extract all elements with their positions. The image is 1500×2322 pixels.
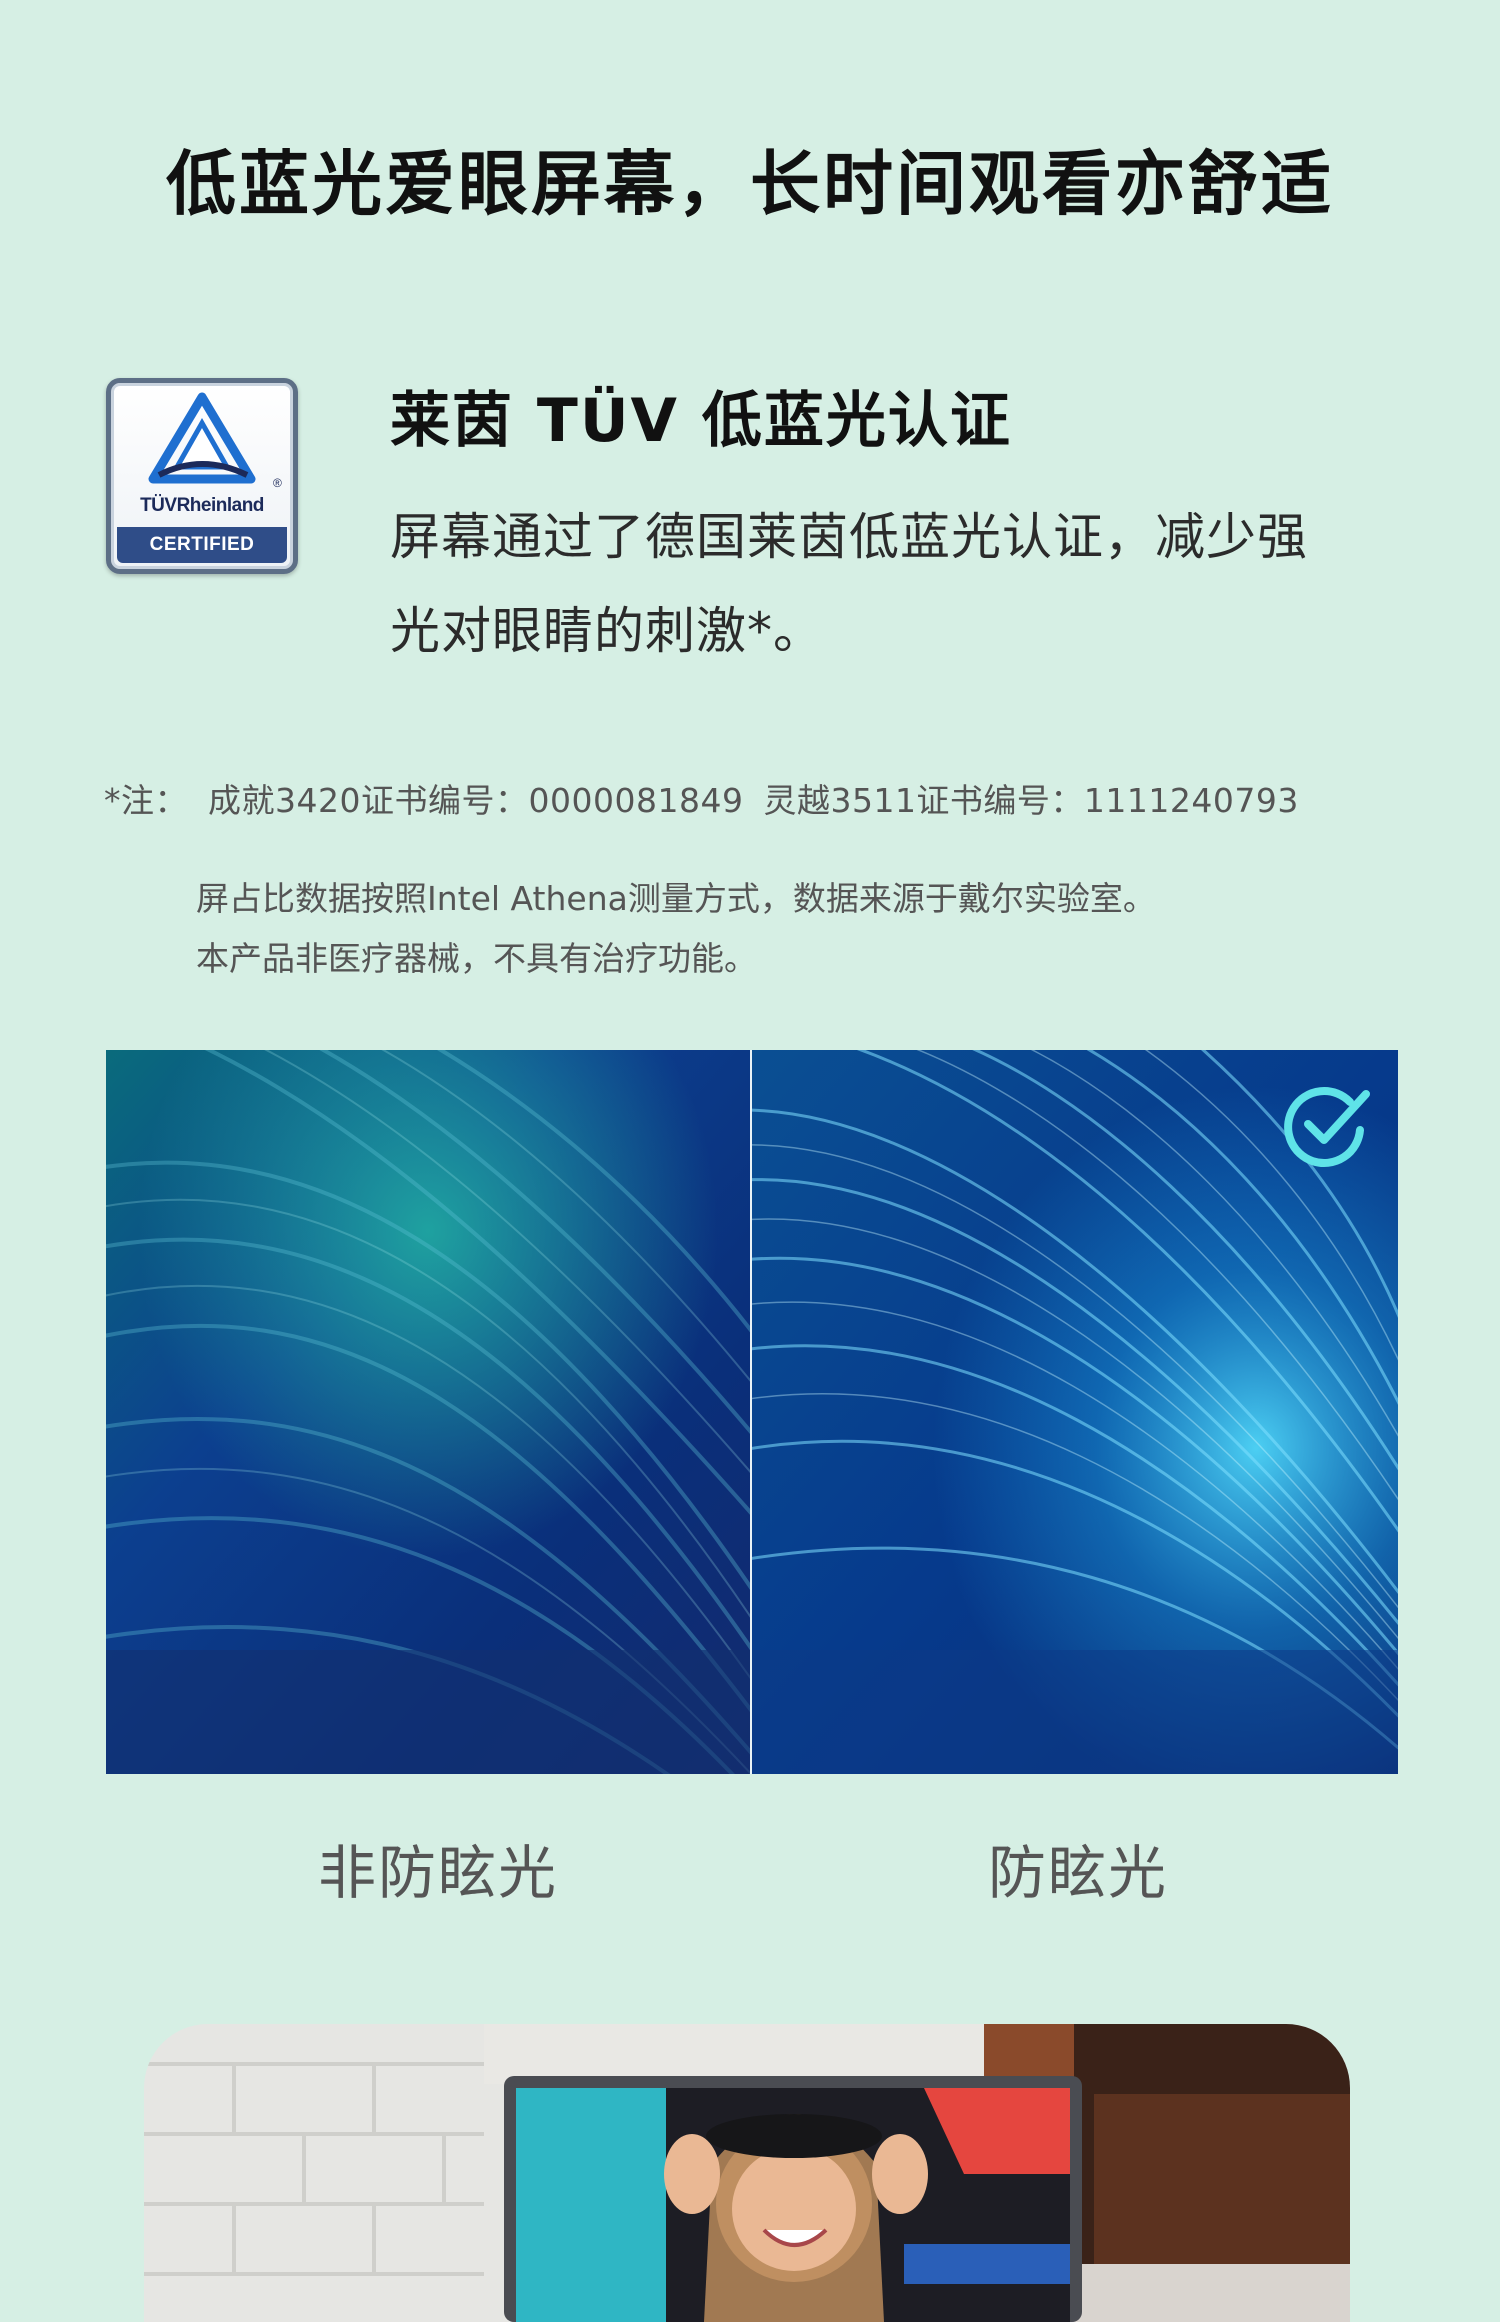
badge-brand-text: TÜVRheinland [140,495,264,516]
glare-comparison-image [106,1050,1398,1774]
non-antiglare-sample-image [106,1050,750,1774]
footnote-prefix: *注： [104,781,188,820]
footnote-cert-a: 成就3420证书编号：0000081849 [208,781,744,820]
footnote-certificates: *注： 成就3420证书编号：0000081849 灵越3511证书编号：11112… [104,774,1319,822]
page-headline: 低蓝光爱眼屏幕，长时间观看亦舒适 [166,143,1334,225]
non-antiglare-label: 非防眩光 [318,1839,559,1907]
antiglare-sample-image [752,1050,1398,1774]
certification-title: 莱茵 TÜV 低蓝光认证 [390,386,1012,456]
laptop-lifestyle-photo [144,2024,1350,2322]
check-circle-icon [1284,1087,1370,1168]
footnote-medical-disclaimer: 本产品非医疗器械，不具有治疗功能。 [196,939,757,978]
svg-text:®: ® [273,476,282,490]
badge-certified-text: CERTIFIED [117,527,287,563]
tuv-rheinland-badge: ® TÜVRheinland CERTIFIED [106,378,298,574]
certification-description: 屏幕通过了德国莱茵低蓝光认证，减少强 光对眼睛的刺激*。 [390,490,1420,678]
certification-description-line-2: 光对眼睛的刺激*。 [390,602,824,660]
certification-description-line-1: 屏幕通过了德国莱茵低蓝光认证，减少强 [390,508,1308,566]
footnote-cert-b: 灵越3511证书编号：1111240793 [763,781,1299,820]
footnote-screen-ratio: 屏占比数据按照Intel Athena测量方式，数据来源于戴尔实验室。 [196,879,1156,918]
antiglare-label: 防眩光 [988,1839,1169,1907]
